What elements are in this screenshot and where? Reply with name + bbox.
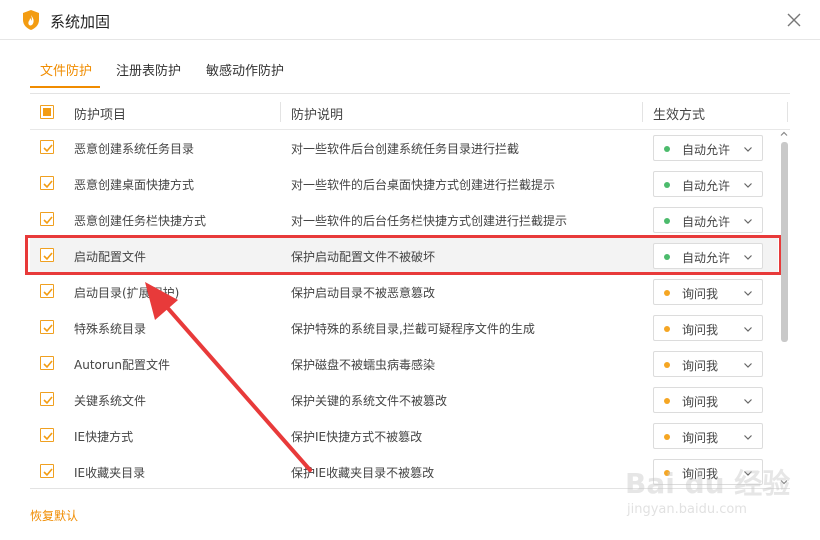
mode-label: 询问我 bbox=[682, 359, 719, 373]
protection-table: 防护项目 防护说明 生效方式 恶意创建系统任务目录 对一些软件后台创建系统任务目录… bbox=[30, 93, 790, 489]
scrollbar[interactable] bbox=[778, 130, 790, 488]
chevron-down-icon bbox=[744, 363, 752, 368]
table-row[interactable]: 恶意创建系统任务目录 对一些软件后台创建系统任务目录进行拦截 自动允许 bbox=[30, 130, 778, 166]
protection-item-name: 特殊系统目录 bbox=[74, 322, 147, 336]
scroll-thumb[interactable] bbox=[781, 142, 788, 342]
header-description: 防护说明 bbox=[291, 108, 344, 123]
column-divider bbox=[642, 102, 643, 122]
select-all-checkbox[interactable] bbox=[40, 105, 54, 119]
protection-item-description: 保护磁盘不被蠕虫病毒感染 bbox=[291, 358, 436, 372]
mode-label: 自动允许 bbox=[682, 179, 731, 193]
row-checkbox[interactable] bbox=[40, 320, 54, 334]
mode-status-dot bbox=[664, 290, 670, 296]
mode-status-dot bbox=[664, 254, 670, 260]
protection-item-name: 恶意创建系统任务目录 bbox=[74, 142, 195, 156]
scroll-up-icon[interactable] bbox=[780, 130, 788, 138]
mode-dropdown[interactable]: 询问我 bbox=[653, 387, 763, 413]
mode-dropdown[interactable]: 自动允许 bbox=[653, 207, 763, 233]
protection-item-description: 保护启动目录不被恶意篡改 bbox=[291, 286, 436, 300]
mode-status-dot bbox=[664, 182, 670, 188]
chevron-down-icon bbox=[744, 255, 752, 260]
mode-status-dot bbox=[664, 146, 670, 152]
close-icon[interactable] bbox=[782, 8, 806, 32]
row-checkbox[interactable] bbox=[40, 140, 54, 154]
chevron-down-icon bbox=[744, 399, 752, 404]
header-item: 防护项目 bbox=[74, 108, 127, 123]
mode-label: 询问我 bbox=[682, 395, 719, 409]
row-checkbox[interactable] bbox=[40, 284, 54, 298]
table-row[interactable]: 恶意创建任务栏快捷方式 对一些软件的后台任务栏快捷方式创建进行拦截提示 自动允许 bbox=[30, 202, 778, 238]
table-header: 防护项目 防护说明 生效方式 bbox=[30, 94, 790, 130]
restore-defaults-link[interactable]: 恢复默认 bbox=[30, 507, 78, 524]
protection-item-description: 保护特殊的系统目录,拦截可疑程序文件的生成 bbox=[291, 322, 535, 336]
mode-dropdown[interactable]: 自动允许 bbox=[653, 135, 763, 161]
chevron-down-icon bbox=[744, 147, 752, 152]
protection-item-name: 关键系统文件 bbox=[74, 394, 147, 408]
mode-label: 自动允许 bbox=[682, 143, 731, 157]
table-row[interactable]: 启动配置文件 保护启动配置文件不被破坏 自动允许 bbox=[30, 238, 778, 274]
row-checkbox[interactable] bbox=[40, 212, 54, 226]
baidu-watermark: Bai du 经验 jingyan.baidu.com bbox=[625, 458, 815, 528]
mode-status-dot bbox=[664, 398, 670, 404]
header-mode: 生效方式 bbox=[653, 108, 706, 123]
column-divider bbox=[280, 102, 281, 122]
protection-item-name: 恶意创建任务栏快捷方式 bbox=[74, 214, 207, 228]
table-row[interactable]: Autorun配置文件 保护磁盘不被蠕虫病毒感染 询问我 bbox=[30, 346, 778, 382]
table-row[interactable]: 特殊系统目录 保护特殊的系统目录,拦截可疑程序文件的生成 询问我 bbox=[30, 310, 778, 346]
mode-label: 自动允许 bbox=[682, 251, 731, 265]
protection-item-description: 对一些软件的后台任务栏快捷方式创建进行拦截提示 bbox=[291, 214, 568, 228]
row-checkbox[interactable] bbox=[40, 176, 54, 190]
mode-dropdown[interactable]: 自动允许 bbox=[653, 171, 763, 197]
tab-file-protection[interactable]: 文件防护 bbox=[40, 60, 92, 79]
chevron-down-icon bbox=[744, 435, 752, 440]
protection-item-name: 启动配置文件 bbox=[74, 250, 147, 264]
row-checkbox[interactable] bbox=[40, 248, 54, 262]
row-checkbox[interactable] bbox=[40, 356, 54, 370]
protection-item-name: IE收藏夹目录 bbox=[74, 466, 146, 480]
mode-dropdown[interactable]: 自动允许 bbox=[653, 243, 763, 269]
mode-label: 询问我 bbox=[682, 323, 719, 337]
row-checkbox[interactable] bbox=[40, 428, 54, 442]
mode-label: 自动允许 bbox=[682, 215, 731, 229]
mode-dropdown[interactable]: 询问我 bbox=[653, 279, 763, 305]
column-divider bbox=[787, 102, 788, 122]
protection-item-description: 保护IE收藏夹目录不被篡改 bbox=[291, 466, 435, 480]
mode-status-dot bbox=[664, 362, 670, 368]
protection-item-name: 恶意创建桌面快捷方式 bbox=[74, 178, 195, 192]
table-row[interactable]: IE快捷方式 保护IE快捷方式不被篡改 询问我 bbox=[30, 418, 778, 454]
mode-status-dot bbox=[664, 218, 670, 224]
tab-sensitive-action-protection[interactable]: 敏感动作防护 bbox=[206, 60, 284, 79]
table-row[interactable]: 关键系统文件 保护关键的系统文件不被篡改 询问我 bbox=[30, 382, 778, 418]
protection-item-description: 保护启动配置文件不被破坏 bbox=[291, 250, 436, 264]
protection-item-name: Autorun配置文件 bbox=[74, 358, 171, 372]
protection-item-name: 启动目录(扩展保护) bbox=[74, 286, 180, 300]
chevron-down-icon bbox=[744, 219, 752, 224]
active-tab-indicator bbox=[30, 86, 100, 88]
table-row[interactable]: 恶意创建桌面快捷方式 对一些软件的后台桌面快捷方式创建进行拦截提示 自动允许 bbox=[30, 166, 778, 202]
chevron-down-icon bbox=[744, 183, 752, 188]
watermark-logo-text: Bai du 经验 bbox=[625, 467, 791, 500]
window-title: 系统加固 bbox=[50, 13, 111, 31]
protection-item-description: 保护关键的系统文件不被篡改 bbox=[291, 394, 448, 408]
row-checkbox[interactable] bbox=[40, 464, 54, 478]
protection-item-name: IE快捷方式 bbox=[74, 430, 134, 444]
watermark-url: jingyan.baidu.com bbox=[627, 502, 747, 517]
chevron-down-icon bbox=[744, 327, 752, 332]
mode-dropdown[interactable]: 询问我 bbox=[653, 315, 763, 341]
title-bar: 系统加固 bbox=[0, 0, 820, 40]
mode-status-dot bbox=[664, 434, 670, 440]
mode-label: 询问我 bbox=[682, 431, 719, 445]
mode-status-dot bbox=[664, 326, 670, 332]
table-row[interactable]: 启动目录(扩展保护) 保护启动目录不被恶意篡改 询问我 bbox=[30, 274, 778, 310]
protection-item-description: 对一些软件后台创建系统任务目录进行拦截 bbox=[291, 142, 520, 156]
mode-dropdown[interactable]: 询问我 bbox=[653, 423, 763, 449]
chevron-down-icon bbox=[744, 291, 752, 296]
tab-registry-protection[interactable]: 注册表防护 bbox=[116, 60, 181, 79]
protection-item-description: 对一些软件的后台桌面快捷方式创建进行拦截提示 bbox=[291, 178, 556, 192]
mode-label: 询问我 bbox=[682, 287, 719, 301]
mode-dropdown[interactable]: 询问我 bbox=[653, 351, 763, 377]
protection-item-description: 保护IE快捷方式不被篡改 bbox=[291, 430, 423, 444]
shield-flame-icon bbox=[23, 10, 39, 30]
row-checkbox[interactable] bbox=[40, 392, 54, 406]
